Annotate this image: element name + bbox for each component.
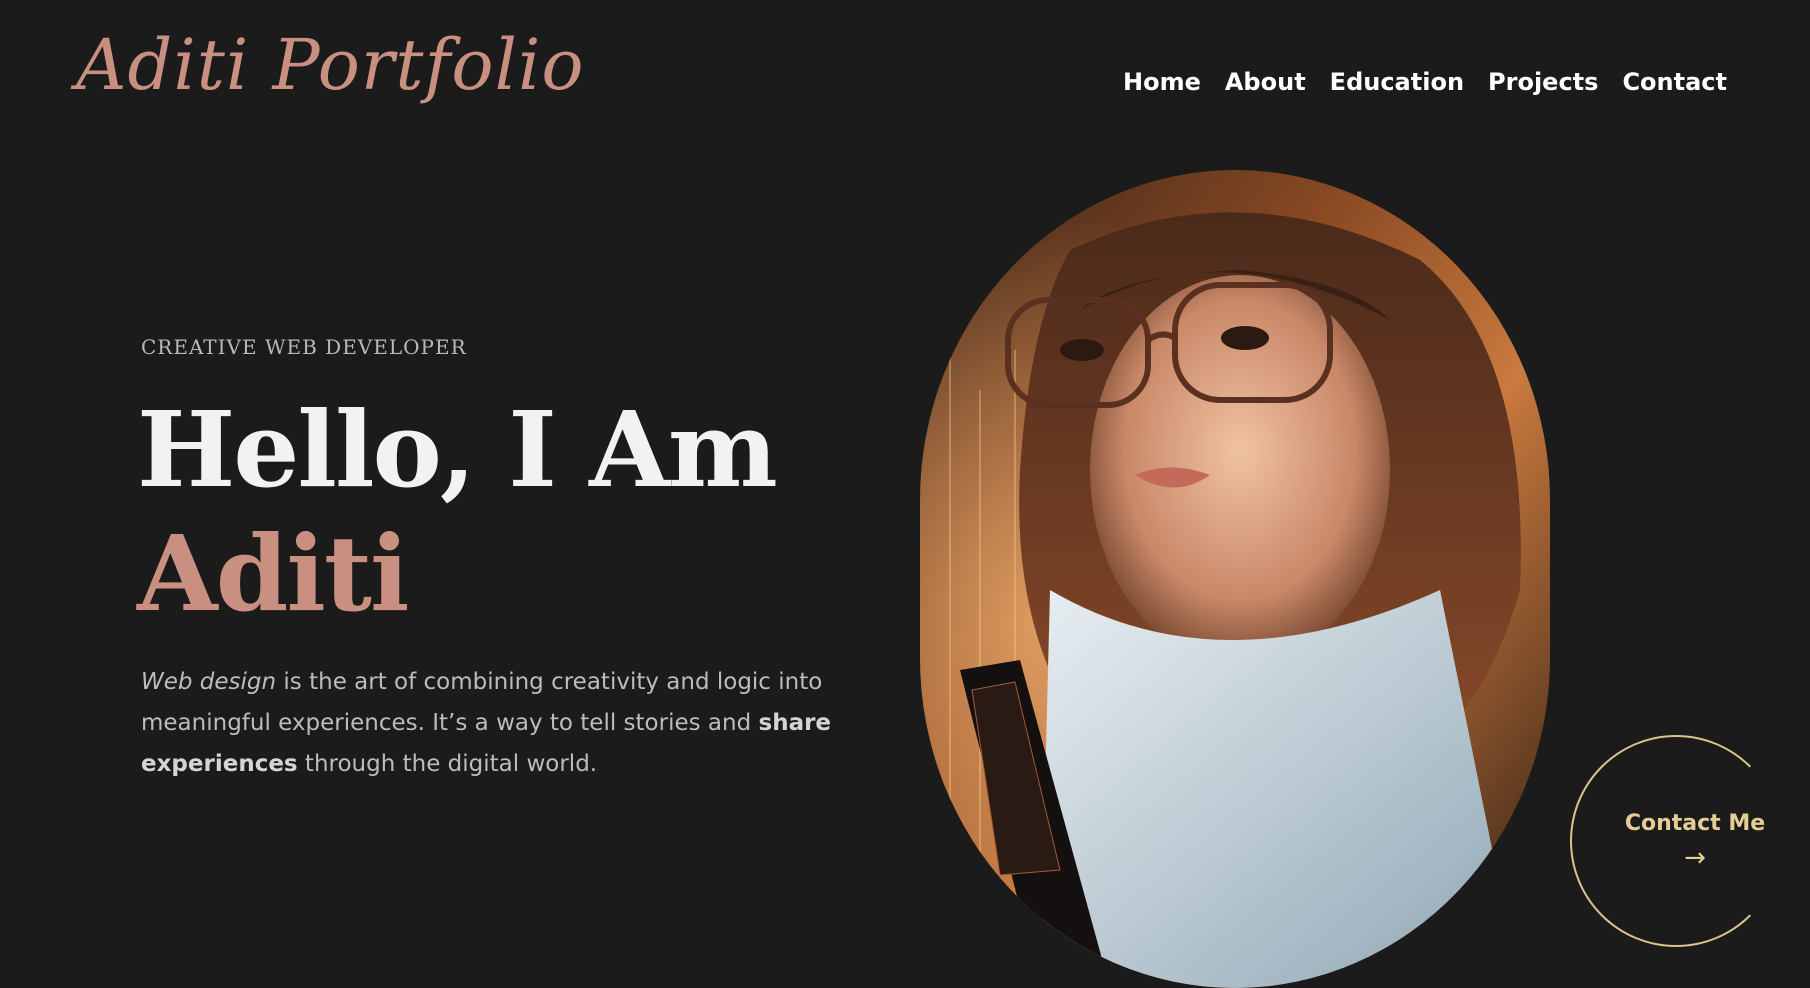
hero-headline: Hello, I Am Aditi [137, 388, 778, 636]
description-end: through the digital world. [297, 751, 598, 777]
nav-home[interactable]: Home [1123, 68, 1201, 96]
description-italic: Web design [141, 669, 277, 695]
cta-label: Contact Me [1624, 811, 1766, 836]
headline-greeting: Hello, I Am [137, 388, 778, 511]
headline-name: Aditi [137, 512, 409, 635]
hero-description: Web design is the art of combining creat… [141, 662, 841, 785]
arrow-right-icon: → [1684, 843, 1706, 873]
main-nav: Home About Education Projects Contact [1123, 68, 1727, 96]
cta-ring [1570, 735, 1782, 947]
nav-about[interactable]: About [1225, 68, 1306, 96]
nav-contact[interactable]: Contact [1622, 68, 1727, 96]
logo[interactable]: Aditi Portfolio [76, 30, 585, 100]
portrait-illustration-icon [920, 170, 1550, 988]
nav-projects[interactable]: Projects [1488, 68, 1598, 96]
portrait-image [920, 170, 1550, 988]
contact-me-button[interactable]: Contact Me → [1570, 735, 1782, 947]
hero-eyebrow: CREATIVE WEB DEVELOPER [141, 335, 467, 359]
nav-education[interactable]: Education [1330, 68, 1464, 96]
